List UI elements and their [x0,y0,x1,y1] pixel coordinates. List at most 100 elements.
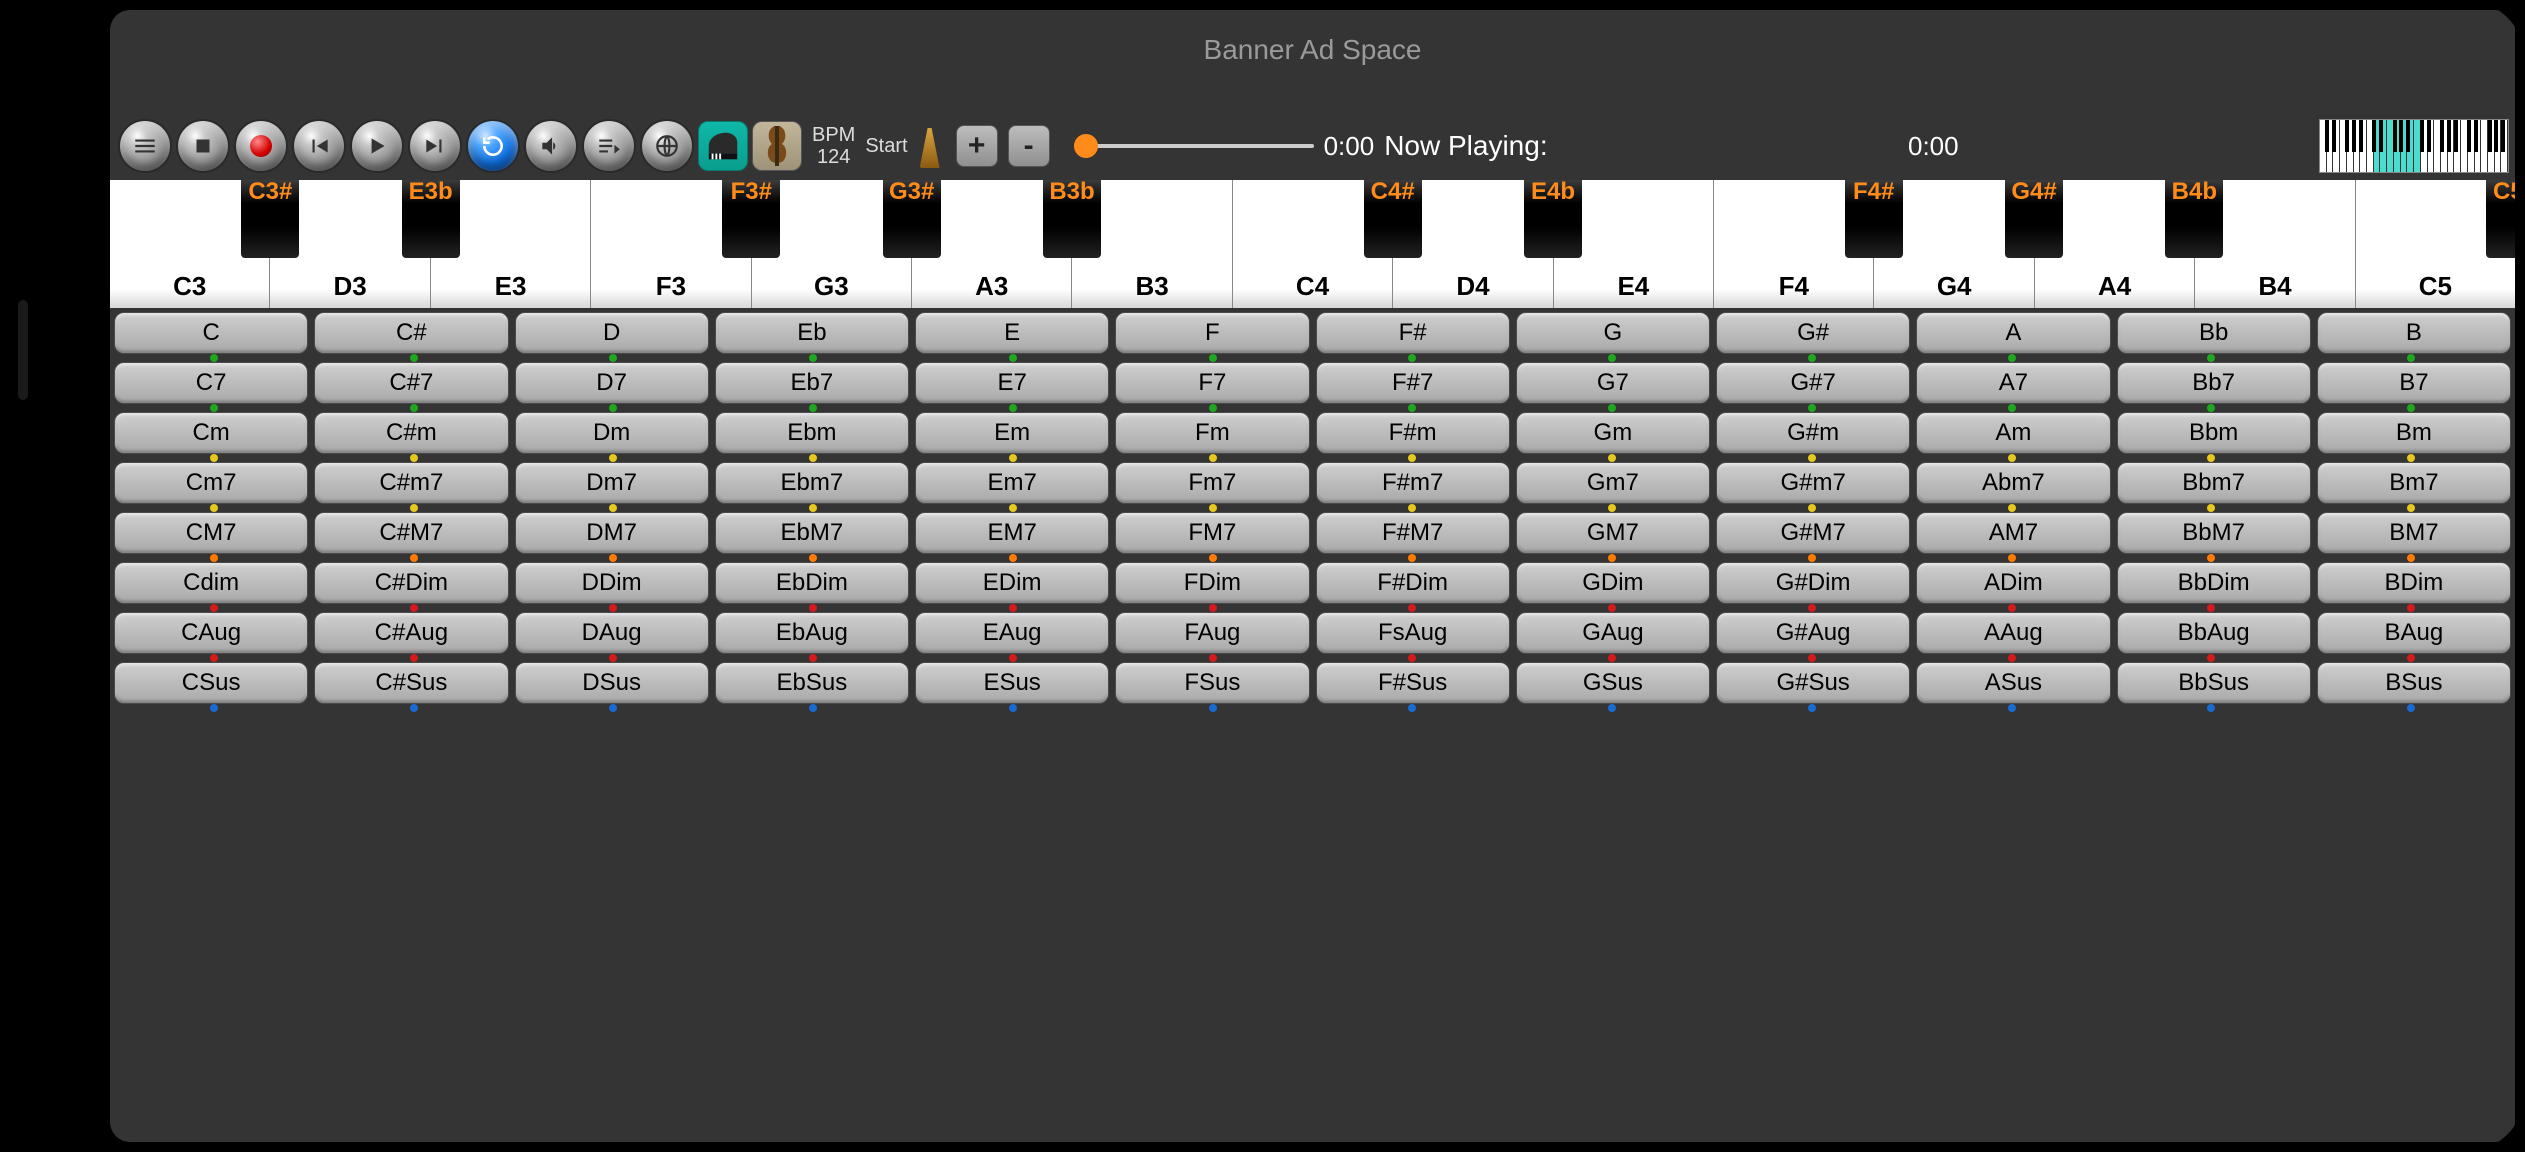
volume-button[interactable] [524,119,578,173]
record-button[interactable] [234,119,288,173]
chord-button-G#[interactable]: G# [1716,312,1910,354]
chord-button-Fm[interactable]: Fm [1115,412,1309,454]
chord-button-F#[interactable]: F# [1316,312,1510,354]
chord-button-Bb7[interactable]: Bb7 [2117,362,2311,404]
chord-button-C#m[interactable]: C#m [314,412,508,454]
stop-button[interactable] [176,119,230,173]
black-key-G3#[interactable]: G3# [883,180,941,258]
chord-button-G[interactable]: G [1516,312,1710,354]
menu-button[interactable] [118,119,172,173]
chord-button-C7[interactable]: C7 [114,362,308,404]
chord-button-BDim[interactable]: BDim [2317,562,2511,604]
chord-button-BAug[interactable]: BAug [2317,612,2511,654]
chord-button-G#m[interactable]: G#m [1716,412,1910,454]
chord-button-Em[interactable]: Em [915,412,1109,454]
loop-button[interactable] [466,119,520,173]
chord-button-C#m7[interactable]: C#m7 [314,462,508,504]
banner-ad[interactable]: Banner Ad Space [110,10,2515,116]
bpm-plus-button[interactable]: + [956,125,998,167]
chord-button-C#[interactable]: C# [314,312,508,354]
keyboard-range-overview[interactable] [2319,119,2509,173]
bpm-minus-button[interactable]: - [1008,125,1050,167]
chord-button-BbM7[interactable]: BbM7 [2117,512,2311,554]
chord-button-E[interactable]: E [915,312,1109,354]
chord-button-F#m7[interactable]: F#m7 [1316,462,1510,504]
chord-button-BM7[interactable]: BM7 [2317,512,2511,554]
chord-button-Eb7[interactable]: Eb7 [715,362,909,404]
chord-button-Cm7[interactable]: Cm7 [114,462,308,504]
chord-button-CAug[interactable]: CAug [114,612,308,654]
chord-button-F[interactable]: F [1115,312,1309,354]
chord-button-AM7[interactable]: AM7 [1916,512,2110,554]
chord-button-Gm7[interactable]: Gm7 [1516,462,1710,504]
chord-button-EbSus[interactable]: EbSus [715,662,909,704]
chord-button-G#M7[interactable]: G#M7 [1716,512,1910,554]
chord-button-G7[interactable]: G7 [1516,362,1710,404]
chord-button-Bbm7[interactable]: Bbm7 [2117,462,2311,504]
chord-button-F#M7[interactable]: F#M7 [1316,512,1510,554]
chord-button-DSus[interactable]: DSus [515,662,709,704]
chord-button-Dm[interactable]: Dm [515,412,709,454]
black-key-F3#[interactable]: F3# [722,180,780,258]
black-key-B3b[interactable]: B3b [1043,180,1101,258]
chord-button-F#Dim[interactable]: F#Dim [1316,562,1510,604]
chord-button-CSus[interactable]: CSus [114,662,308,704]
chord-button-DAug[interactable]: DAug [515,612,709,654]
chord-button-Eb[interactable]: Eb [715,312,909,354]
chord-button-F#Sus[interactable]: F#Sus [1316,662,1510,704]
black-key-E4b[interactable]: E4b [1524,180,1582,258]
play-button[interactable] [350,119,404,173]
chord-button-EAug[interactable]: EAug [915,612,1109,654]
chord-button-BSus[interactable]: BSus [2317,662,2511,704]
chord-button-EDim[interactable]: EDim [915,562,1109,604]
chord-button-FSus[interactable]: FSus [1115,662,1309,704]
chord-button-Bb[interactable]: Bb [2117,312,2311,354]
chord-button-B[interactable]: B [2317,312,2511,354]
chord-button-Cm[interactable]: Cm [114,412,308,454]
chord-button-DM7[interactable]: DM7 [515,512,709,554]
chord-button-C[interactable]: C [114,312,308,354]
chord-button-EbDim[interactable]: EbDim [715,562,909,604]
chord-button-FsAug[interactable]: FsAug [1316,612,1510,654]
chord-button-G#Sus[interactable]: G#Sus [1716,662,1910,704]
chord-button-F7[interactable]: F7 [1115,362,1309,404]
metronome-icon[interactable] [916,124,944,168]
chord-button-C#7[interactable]: C#7 [314,362,508,404]
chord-button-A7[interactable]: A7 [1916,362,2110,404]
chord-button-F#7[interactable]: F#7 [1316,362,1510,404]
chord-button-Abm7[interactable]: Abm7 [1916,462,2110,504]
chord-button-Bbm[interactable]: Bbm [2117,412,2311,454]
chord-button-BbAug[interactable]: BbAug [2117,612,2311,654]
chord-button-G#m7[interactable]: G#m7 [1716,462,1910,504]
black-key-C4#[interactable]: C4# [1364,180,1422,258]
chord-button-E7[interactable]: E7 [915,362,1109,404]
prev-button[interactable] [292,119,346,173]
chord-button-C#M7[interactable]: C#M7 [314,512,508,554]
chord-button-B7[interactable]: B7 [2317,362,2511,404]
chord-button-G#Dim[interactable]: G#Dim [1716,562,1910,604]
chord-button-FAug[interactable]: FAug [1115,612,1309,654]
chord-button-Ebm7[interactable]: Ebm7 [715,462,909,504]
slider-thumb[interactable] [1074,134,1098,158]
chord-button-BbDim[interactable]: BbDim [2117,562,2311,604]
chord-button-C#Dim[interactable]: C#Dim [314,562,508,604]
chord-button-Dm7[interactable]: Dm7 [515,462,709,504]
chord-button-ESus[interactable]: ESus [915,662,1109,704]
chord-button-C#Aug[interactable]: C#Aug [314,612,508,654]
chord-button-GDim[interactable]: GDim [1516,562,1710,604]
chord-button-Em7[interactable]: Em7 [915,462,1109,504]
chord-button-EbM7[interactable]: EbM7 [715,512,909,554]
chord-button-Ebm[interactable]: Ebm [715,412,909,454]
chord-button-GSus[interactable]: GSus [1516,662,1710,704]
chord-button-Am[interactable]: Am [1916,412,2110,454]
instrument-piano-button[interactable] [698,121,748,171]
chord-button-C#Sus[interactable]: C#Sus [314,662,508,704]
chord-button-A[interactable]: A [1916,312,2110,354]
instrument-strings-button[interactable] [752,121,802,171]
chord-button-GM7[interactable]: GM7 [1516,512,1710,554]
next-button[interactable] [408,119,462,173]
chord-button-FDim[interactable]: FDim [1115,562,1309,604]
chord-button-FM7[interactable]: FM7 [1115,512,1309,554]
black-key-C3#[interactable]: C3# [241,180,299,258]
chord-button-G#7[interactable]: G#7 [1716,362,1910,404]
